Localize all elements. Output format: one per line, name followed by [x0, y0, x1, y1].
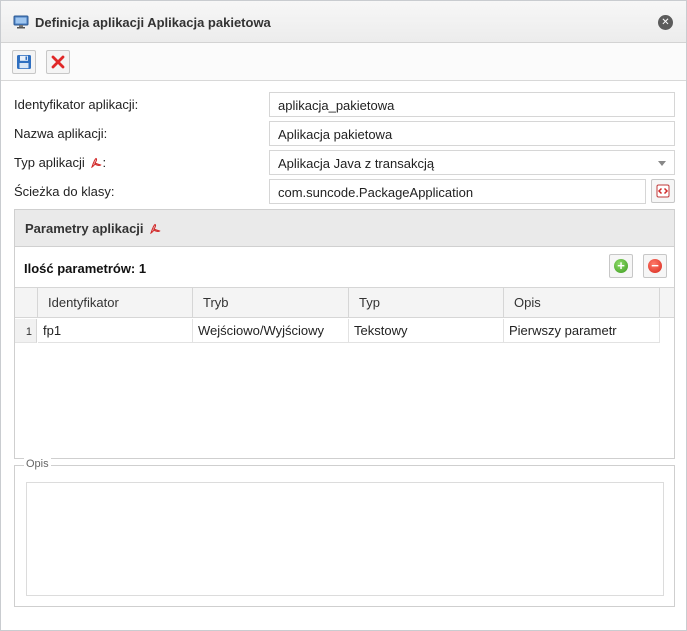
app-id-input[interactable]: aplikacja_pakietowa: [269, 92, 675, 117]
application-definition-window: Definicja aplikacji Aplikacja pakietowa …: [0, 0, 687, 631]
row-app-id: Identyfikator aplikacji: aplikacja_pakie…: [1, 92, 686, 118]
description-textarea[interactable]: [26, 482, 664, 596]
app-type-label: Typ aplikacji: [14, 155, 85, 170]
plus-icon: +: [614, 259, 628, 273]
parameters-panel: Parametry aplikacji Ilość parametrów: 1 …: [14, 209, 675, 459]
class-path-input[interactable]: com.suncode.PackageApplication: [269, 179, 646, 204]
row-number: 1: [15, 319, 37, 343]
table-row[interactable]: 1 fp1 Wejściowo/Wyjściowy Tekstowy Pierw…: [15, 319, 674, 343]
parameters-header: Parametry aplikacji: [15, 210, 674, 247]
close-icon[interactable]: ✕: [658, 15, 673, 30]
window-title: Definicja aplikacji Aplikacja pakietowa: [35, 15, 271, 30]
red-x-icon: [51, 55, 65, 69]
save-button[interactable]: [12, 50, 36, 74]
row-class-path: Ścieżka do klasy: com.suncode.PackageApp…: [1, 179, 686, 205]
row-number-header: [15, 288, 38, 317]
title-bar: Definicja aplikacji Aplikacja pakietowa …: [1, 1, 686, 43]
parameters-title: Parametry aplikacji: [25, 221, 144, 236]
add-parameter-button[interactable]: +: [609, 254, 633, 278]
row-app-type: Typ aplikacji : Aplikacja Java z transak…: [1, 150, 686, 176]
cell-type[interactable]: Tekstowy: [349, 319, 504, 343]
pdf-icon[interactable]: [149, 223, 161, 235]
app-type-value: Aplikacja Java z transakcją: [278, 156, 435, 171]
class-path-label: Ścieżka do klasy:: [14, 184, 115, 199]
minus-icon: −: [648, 259, 662, 273]
cell-mode[interactable]: Wejściowo/Wyjściowy: [193, 319, 349, 343]
class-picker-button[interactable]: [651, 179, 675, 203]
code-icon: [656, 184, 670, 198]
app-name-input[interactable]: Aplikacja pakietowa: [269, 121, 675, 146]
chevron-down-icon[interactable]: [658, 161, 666, 166]
cell-identifier[interactable]: fp1: [38, 319, 193, 343]
cancel-button[interactable]: [46, 50, 70, 74]
column-header-type[interactable]: Typ: [349, 288, 504, 317]
app-id-label: Identyfikator aplikacji:: [14, 97, 139, 112]
app-type-label-group: Typ aplikacji :: [14, 155, 106, 170]
monitor-icon: [13, 15, 29, 29]
column-header-mode[interactable]: Tryb: [193, 288, 349, 317]
pdf-icon[interactable]: [90, 157, 103, 169]
description-fieldset: Opis: [14, 458, 675, 607]
parameter-count: Ilość parametrów: 1: [24, 261, 147, 276]
app-type-label-suffix: :: [102, 155, 107, 170]
cell-description[interactable]: Pierwszy parametr: [504, 319, 660, 343]
remove-parameter-button[interactable]: −: [643, 254, 667, 278]
app-type-select[interactable]: Aplikacja Java z transakcją: [269, 150, 675, 175]
column-header-description[interactable]: Opis: [504, 288, 660, 317]
description-legend: Opis: [24, 458, 51, 470]
floppy-disk-icon: [17, 55, 31, 69]
toolbar: [1, 43, 686, 81]
grid-header: Identyfikator Tryb Typ Opis: [15, 287, 674, 318]
app-name-label: Nazwa aplikacji:: [14, 126, 108, 141]
column-header-identifier[interactable]: Identyfikator: [38, 288, 193, 317]
row-app-name: Nazwa aplikacji: Aplikacja pakietowa: [1, 121, 686, 147]
